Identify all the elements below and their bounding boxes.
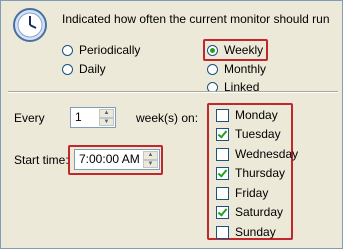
radio-button-periodically[interactable] bbox=[62, 44, 73, 56]
radio-button-daily[interactable] bbox=[62, 63, 73, 75]
day-monday[interactable]: Monday bbox=[216, 108, 278, 122]
every-stepper[interactable]: 1 ▲ ▼ bbox=[70, 107, 116, 128]
radio-label-periodically: Periodically bbox=[79, 43, 141, 57]
start-time-label: Start time: bbox=[14, 153, 69, 167]
weeks-on-label: week(s) on: bbox=[136, 111, 199, 125]
day-wednesday[interactable]: Wednesday bbox=[216, 147, 298, 161]
radio-periodically[interactable]: Periodically bbox=[62, 43, 140, 57]
start-time-value: 7:00:00 AM bbox=[79, 152, 140, 166]
day-label-sunday: Sunday bbox=[235, 225, 276, 239]
day-saturday[interactable]: Saturday bbox=[216, 205, 283, 219]
checkbox-thursday[interactable] bbox=[216, 166, 229, 180]
day-label-tuesday: Tuesday bbox=[235, 127, 281, 141]
day-label-monday: Monday bbox=[235, 108, 278, 122]
day-tuesday[interactable]: Tuesday bbox=[216, 127, 281, 141]
clock-icon bbox=[13, 8, 47, 42]
radio-button-monthly[interactable] bbox=[207, 63, 218, 75]
day-label-thursday: Thursday bbox=[235, 166, 286, 180]
start-time-down-button[interactable]: ▼ bbox=[143, 159, 158, 168]
checkbox-sunday[interactable] bbox=[216, 225, 229, 239]
checkbox-tuesday[interactable] bbox=[216, 127, 229, 141]
day-label-friday: Friday bbox=[235, 186, 269, 200]
start-time-up-button[interactable]: ▲ bbox=[143, 151, 158, 160]
radio-label-monthly: Monthly bbox=[224, 62, 267, 76]
checkbox-friday[interactable] bbox=[216, 186, 229, 200]
day-sunday[interactable]: Sunday bbox=[216, 225, 276, 239]
chevron-up-icon: ▲ bbox=[147, 152, 154, 159]
chevron-down-icon: ▼ bbox=[147, 160, 154, 167]
chevron-up-icon: ▲ bbox=[103, 110, 110, 117]
every-value: 1 bbox=[75, 110, 82, 124]
start-time-input[interactable]: 7:00:00 AM ▲ ▼ bbox=[74, 149, 160, 170]
day-friday[interactable]: Friday bbox=[216, 186, 268, 200]
radio-daily[interactable]: Daily bbox=[62, 62, 106, 76]
every-down-button[interactable]: ▼ bbox=[99, 117, 114, 126]
checkbox-wednesday[interactable] bbox=[216, 147, 229, 161]
every-up-button[interactable]: ▲ bbox=[99, 109, 114, 118]
radio-monthly[interactable]: Monthly bbox=[207, 62, 266, 76]
separator bbox=[8, 91, 338, 93]
header-description: Indicated how often the current monitor … bbox=[62, 12, 330, 26]
every-label: Every bbox=[14, 111, 45, 125]
day-label-saturday: Saturday bbox=[235, 205, 284, 219]
chevron-down-icon: ▼ bbox=[103, 118, 110, 125]
weekly-highlight-box bbox=[203, 39, 268, 61]
checkbox-saturday[interactable] bbox=[216, 205, 229, 219]
day-label-wednesday: Wednesday bbox=[235, 147, 299, 161]
checkbox-monday[interactable] bbox=[216, 108, 229, 122]
radio-label-daily: Daily bbox=[79, 62, 106, 76]
day-thursday[interactable]: Thursday bbox=[216, 166, 285, 180]
